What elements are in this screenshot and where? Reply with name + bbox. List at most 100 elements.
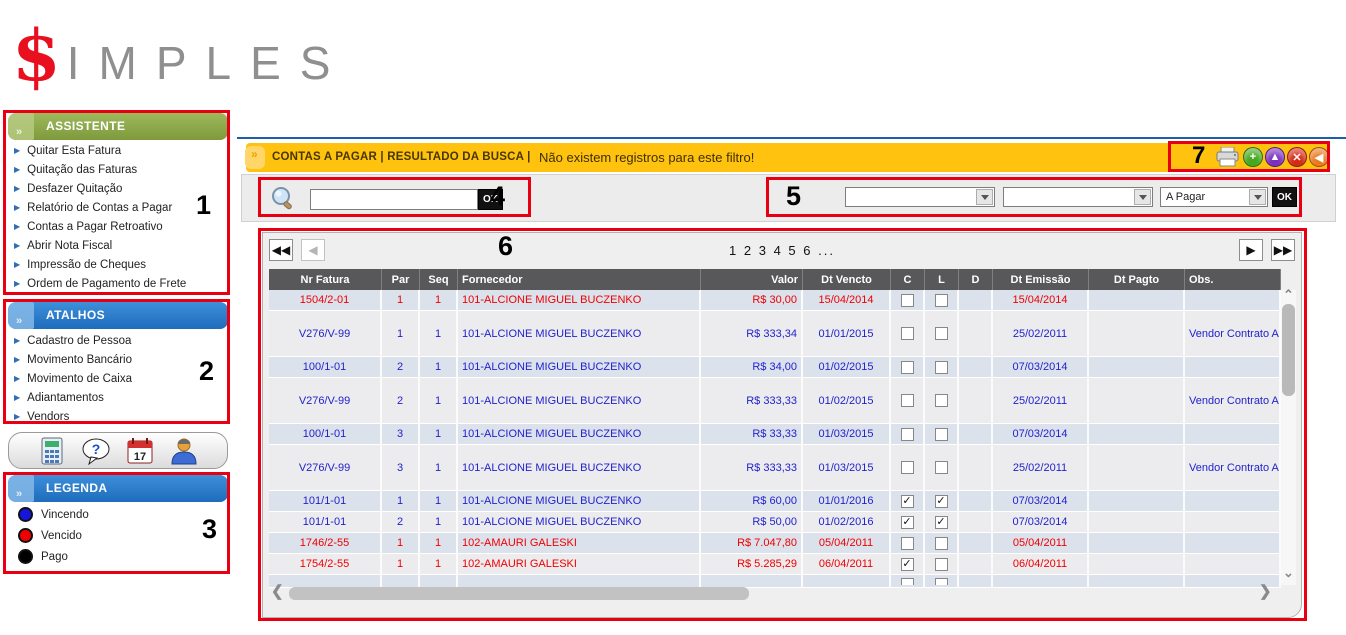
checkbox[interactable]: [935, 327, 948, 340]
cell-c[interactable]: ✓: [891, 491, 925, 512]
cell-l[interactable]: ✓: [925, 491, 959, 512]
checkbox[interactable]: [901, 428, 914, 441]
checkbox[interactable]: ✓: [901, 558, 914, 571]
checkbox[interactable]: ✓: [935, 495, 948, 508]
cell-l[interactable]: [925, 554, 959, 575]
scroll-up-icon[interactable]: ⌃: [1283, 290, 1294, 300]
cell-c[interactable]: [891, 378, 925, 424]
cell-l[interactable]: [925, 357, 959, 378]
nav-item-gerencial[interactable]: Gerencial: [430, 109, 488, 124]
scroll-right-icon[interactable]: ❯: [1259, 587, 1272, 597]
checkbox[interactable]: [935, 578, 948, 585]
last-page-button[interactable]: ▶▶: [1271, 239, 1295, 261]
assistente-item-desfazer-quitac-a-o[interactable]: ▶Desfazer Quitação: [8, 179, 228, 198]
checkbox[interactable]: [901, 578, 914, 585]
checkbox[interactable]: [935, 294, 948, 307]
cell-l[interactable]: [925, 533, 959, 554]
assistente-item-impressa-o-de-cheques[interactable]: ▶Impressão de Cheques: [8, 255, 228, 274]
atalhos-item-movimento-banca-rio[interactable]: ▶Movimento Bancário: [8, 350, 228, 369]
nav-item-financeiro[interactable]: Financeiro: [345, 109, 408, 124]
horizontal-scrollbar[interactable]: ❮ ❯: [269, 585, 1281, 602]
table-row[interactable]: V276/V-9921101-ALCIONE MIGUEL BUCZENKOR$…: [269, 378, 1281, 424]
user-icon[interactable]: [169, 436, 199, 466]
cell-c[interactable]: [891, 424, 925, 445]
assistente-item-ordem-de-pagamento-de-frete[interactable]: ▶Ordem de Pagamento de Frete: [8, 274, 228, 293]
checkbox[interactable]: [935, 558, 948, 571]
table-row[interactable]: 1504/2-0111101-ALCIONE MIGUEL BUCZENKOR$…: [269, 290, 1281, 311]
table-row[interactable]: V276/V-9911101-ALCIONE MIGUEL BUCZENKOR$…: [269, 311, 1281, 357]
assistente-item-contas-a-pagar-retroativo[interactable]: ▶Contas a Pagar Retroativo: [8, 217, 228, 236]
chevron-down-icon[interactable]: [1249, 189, 1266, 205]
add-icon[interactable]: +: [1243, 147, 1263, 167]
checkbox[interactable]: [935, 461, 948, 474]
cell-l[interactable]: [925, 311, 959, 357]
search-input[interactable]: [310, 189, 478, 210]
cell-c[interactable]: [891, 311, 925, 357]
table-row[interactable]: 100/1-0121101-ALCIONE MIGUEL BUCZENKOR$ …: [269, 357, 1281, 378]
checkbox[interactable]: [901, 461, 914, 474]
scroll-left-icon[interactable]: ❮: [271, 587, 284, 597]
cell-l[interactable]: ✓: [925, 512, 959, 533]
table-row[interactable]: V276/V-9931101-ALCIONE MIGUEL BUCZENKOR$…: [269, 445, 1281, 491]
table-row[interactable]: 1754/2-5511102-AMAURI GALESKIR$ 5.285,29…: [269, 554, 1281, 575]
assistente-item-quitac-a-o-das-faturas[interactable]: ▶Quitação das Faturas: [8, 160, 228, 179]
checkbox[interactable]: [901, 294, 914, 307]
chevron-down-icon[interactable]: [1134, 189, 1151, 205]
scroll-down-icon[interactable]: ⌄: [1283, 568, 1294, 578]
calculator-icon[interactable]: [37, 436, 67, 466]
cell-l[interactable]: [925, 424, 959, 445]
table-row[interactable]: 101/1-0111101-ALCIONE MIGUEL BUCZENKOR$ …: [269, 491, 1281, 512]
table-row[interactable]: 100/1-0131101-ALCIONE MIGUEL BUCZENKOR$ …: [269, 424, 1281, 445]
nav-item-relatorios[interactable]: Relatórios: [689, 109, 750, 124]
checkbox[interactable]: ✓: [901, 516, 914, 529]
next-page-button[interactable]: ▶: [1239, 239, 1263, 261]
cell-c[interactable]: ✓: [891, 554, 925, 575]
table-row[interactable]: 1746/2-5511102-AMAURI GALESKIR$ 7.047,80…: [269, 533, 1281, 554]
assistente-item-relato-rio-de-contas-a-pagar[interactable]: ▶Relatório de Contas a Pagar: [8, 198, 228, 217]
atalhos-item-cadastro-de-pessoa[interactable]: ▶Cadastro de Pessoa: [8, 331, 228, 350]
calendar-icon[interactable]: 17: [125, 436, 155, 466]
up-icon[interactable]: ▲: [1265, 147, 1285, 167]
vertical-scrollbar[interactable]: ⌃ ⌄: [1281, 290, 1296, 585]
checkbox[interactable]: [901, 537, 914, 550]
vertical-scroll-thumb[interactable]: [1282, 304, 1295, 396]
cell-l[interactable]: [925, 378, 959, 424]
checkbox[interactable]: ✓: [935, 516, 948, 529]
nav-item-rh[interactable]: RH: [509, 109, 529, 124]
cell-l[interactable]: [925, 290, 959, 311]
chevron-down-icon[interactable]: [976, 189, 993, 205]
cell-c[interactable]: [891, 533, 925, 554]
help-icon[interactable]: ?: [81, 436, 111, 466]
nav-item-cadastros[interactable]: Cadastros: [262, 109, 324, 124]
nav-item-entradas[interactable]: Entradas: [550, 109, 604, 124]
cell-c[interactable]: [891, 290, 925, 311]
back-icon[interactable]: ◀: [1309, 147, 1329, 167]
print-icon[interactable]: [1216, 147, 1239, 167]
cell-c[interactable]: ✓: [891, 512, 925, 533]
atalhos-item-adiantamentos[interactable]: ▶Adiantamentos: [8, 388, 228, 407]
checkbox[interactable]: [901, 327, 914, 340]
atalhos-item-movimento-de-caixa[interactable]: ▶Movimento de Caixa: [8, 369, 228, 388]
cell-l[interactable]: [925, 445, 959, 491]
cell-c[interactable]: [891, 445, 925, 491]
checkbox[interactable]: [935, 537, 948, 550]
cell[interactable]: Vendor Contrato ALCIONE MIGUEL FATURA: 1…: [1185, 445, 1281, 491]
filter-select-status[interactable]: A Pagar: [1160, 187, 1268, 207]
checkbox[interactable]: [935, 394, 948, 407]
filter-ok-button[interactable]: OK: [1272, 187, 1297, 207]
atalhos-item-vendors[interactable]: ▶Vendors: [8, 407, 228, 426]
assistente-item-quitar-esta-fatura[interactable]: ▶Quitar Esta Fatura: [8, 141, 228, 160]
checkbox[interactable]: ✓: [901, 495, 914, 508]
nav-item-saidas[interactable]: Saídas: [625, 109, 667, 124]
assistente-item-abrir-nota-fiscal[interactable]: ▶Abrir Nota Fiscal: [8, 236, 228, 255]
table-row[interactable]: 101/1-0121101-ALCIONE MIGUEL BUCZENKOR$ …: [269, 512, 1281, 533]
filter-select-1[interactable]: [845, 187, 995, 207]
filter-select-2[interactable]: [1003, 187, 1153, 207]
cell-c[interactable]: [891, 357, 925, 378]
cell[interactable]: Vendor Contrato ALCIONE MIGUEL FATURA: 1…: [1185, 311, 1281, 357]
close-icon[interactable]: ✕: [1287, 147, 1307, 167]
checkbox[interactable]: [901, 361, 914, 374]
cell[interactable]: Vendor Contrato ALCIONE MIGUEL FATURA: 1…: [1185, 378, 1281, 424]
checkbox[interactable]: [901, 394, 914, 407]
page-numbers[interactable]: 1 2 3 4 5 6 ...: [263, 243, 1301, 258]
